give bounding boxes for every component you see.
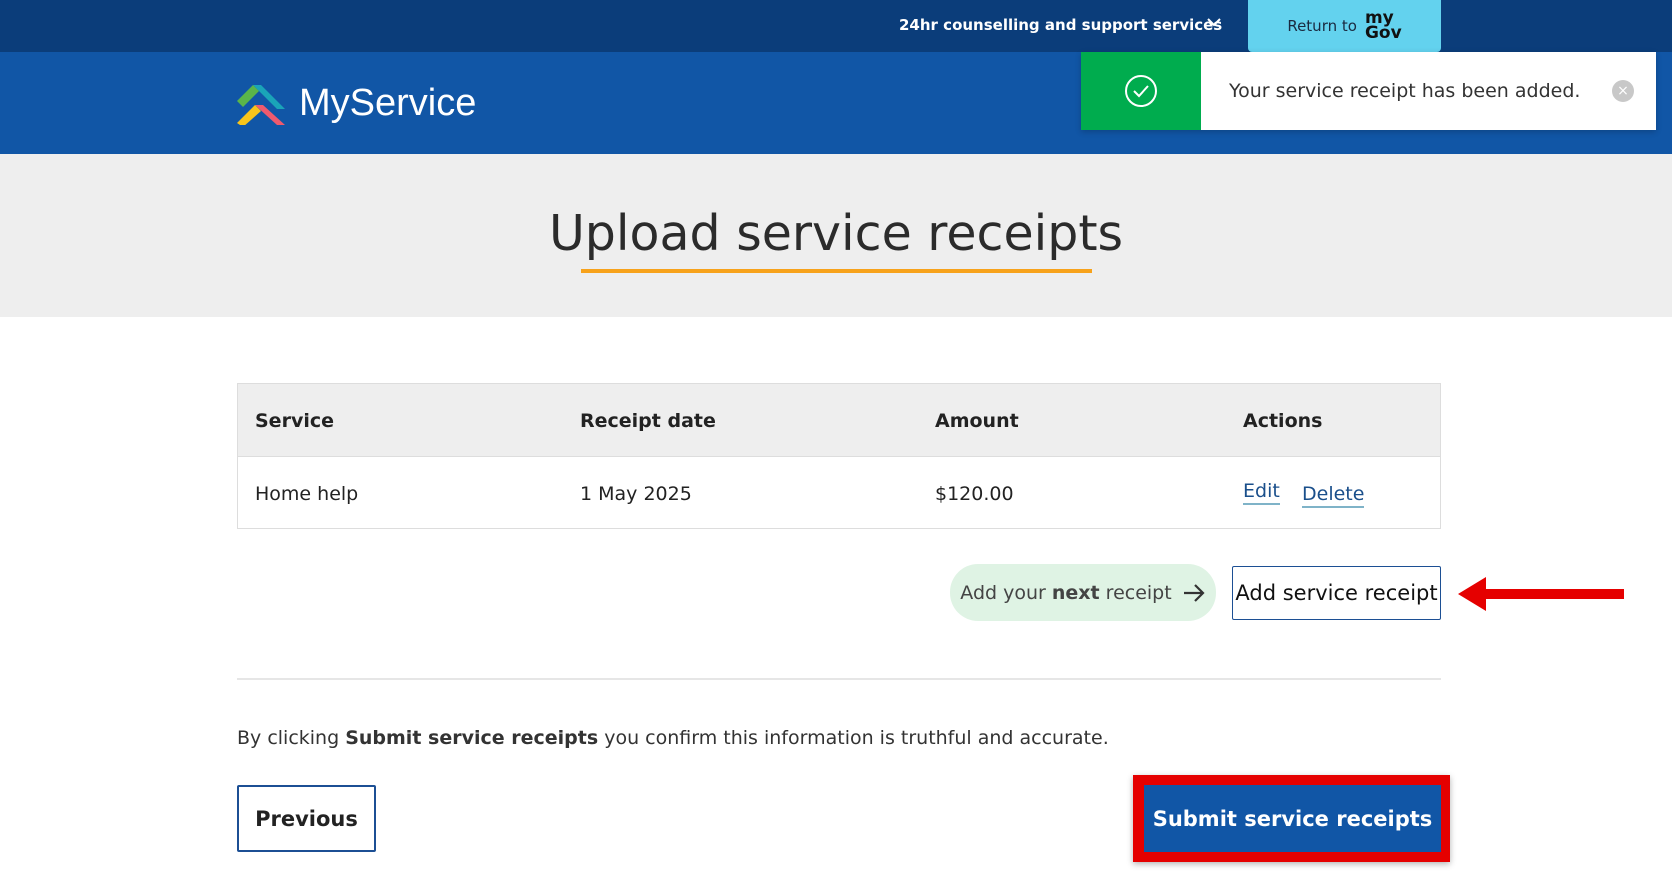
mygov-logo: my Gov: [1364, 10, 1402, 43]
cell-amount: $120.00: [935, 483, 1014, 505]
header-amount: Amount: [935, 410, 1019, 432]
next-suffix: receipt: [1099, 581, 1172, 604]
next-prefix: Add your: [960, 581, 1052, 604]
next-hint-text: Add your next receipt: [960, 582, 1171, 604]
red-annotation-arrow-icon: [1458, 577, 1624, 611]
next-bold: next: [1051, 581, 1100, 604]
toast-message: Your service receipt has been added.: [1229, 80, 1581, 102]
header-receipt-date: Receipt date: [580, 410, 716, 432]
edit-link[interactable]: Edit: [1243, 480, 1280, 505]
add-next-receipt-hint[interactable]: Add your next receipt: [950, 564, 1216, 621]
support-services-dropdown[interactable]: 24hr counselling and support services: [899, 16, 1222, 34]
confirm-prefix: By clicking: [237, 727, 346, 749]
chevron-down-icon[interactable]: [1206, 14, 1222, 34]
logo-text: MyService: [299, 82, 477, 124]
divider: [237, 678, 1441, 680]
header-actions: Actions: [1243, 410, 1323, 432]
myservice-logo[interactable]: MyService: [235, 82, 476, 125]
confirmation-text: By clicking Submit service receipts you …: [237, 727, 1109, 749]
page-title: Upload service receipts: [548, 205, 1124, 262]
confirm-suffix: you confirm this information is truthful…: [598, 727, 1109, 749]
submit-service-receipts-button[interactable]: Submit service receipts: [1144, 785, 1441, 852]
arrow-right-icon: [1183, 583, 1205, 602]
delete-link[interactable]: Delete: [1302, 483, 1365, 508]
header-service: Service: [255, 410, 334, 432]
success-toast: Your service receipt has been added. ×: [1081, 52, 1656, 130]
previous-button[interactable]: Previous: [237, 785, 376, 852]
cell-date: 1 May 2025: [580, 483, 692, 505]
add-service-receipt-button[interactable]: Add service receipt: [1232, 566, 1441, 620]
return-label: Return to: [1287, 17, 1357, 35]
confirm-bold: Submit service receipts: [345, 727, 599, 749]
mygov-gov: Gov: [1364, 23, 1402, 43]
logo-chevrons-icon: [237, 84, 285, 125]
receipts-table: Service Receipt date Amount Actions Home…: [237, 383, 1441, 529]
close-icon[interactable]: ×: [1612, 80, 1634, 102]
cell-service: Home help: [255, 483, 359, 505]
check-circle-icon: [1081, 52, 1201, 130]
title-underline: [581, 269, 1092, 273]
return-to-mygov-button[interactable]: Return to my Gov: [1248, 0, 1441, 52]
